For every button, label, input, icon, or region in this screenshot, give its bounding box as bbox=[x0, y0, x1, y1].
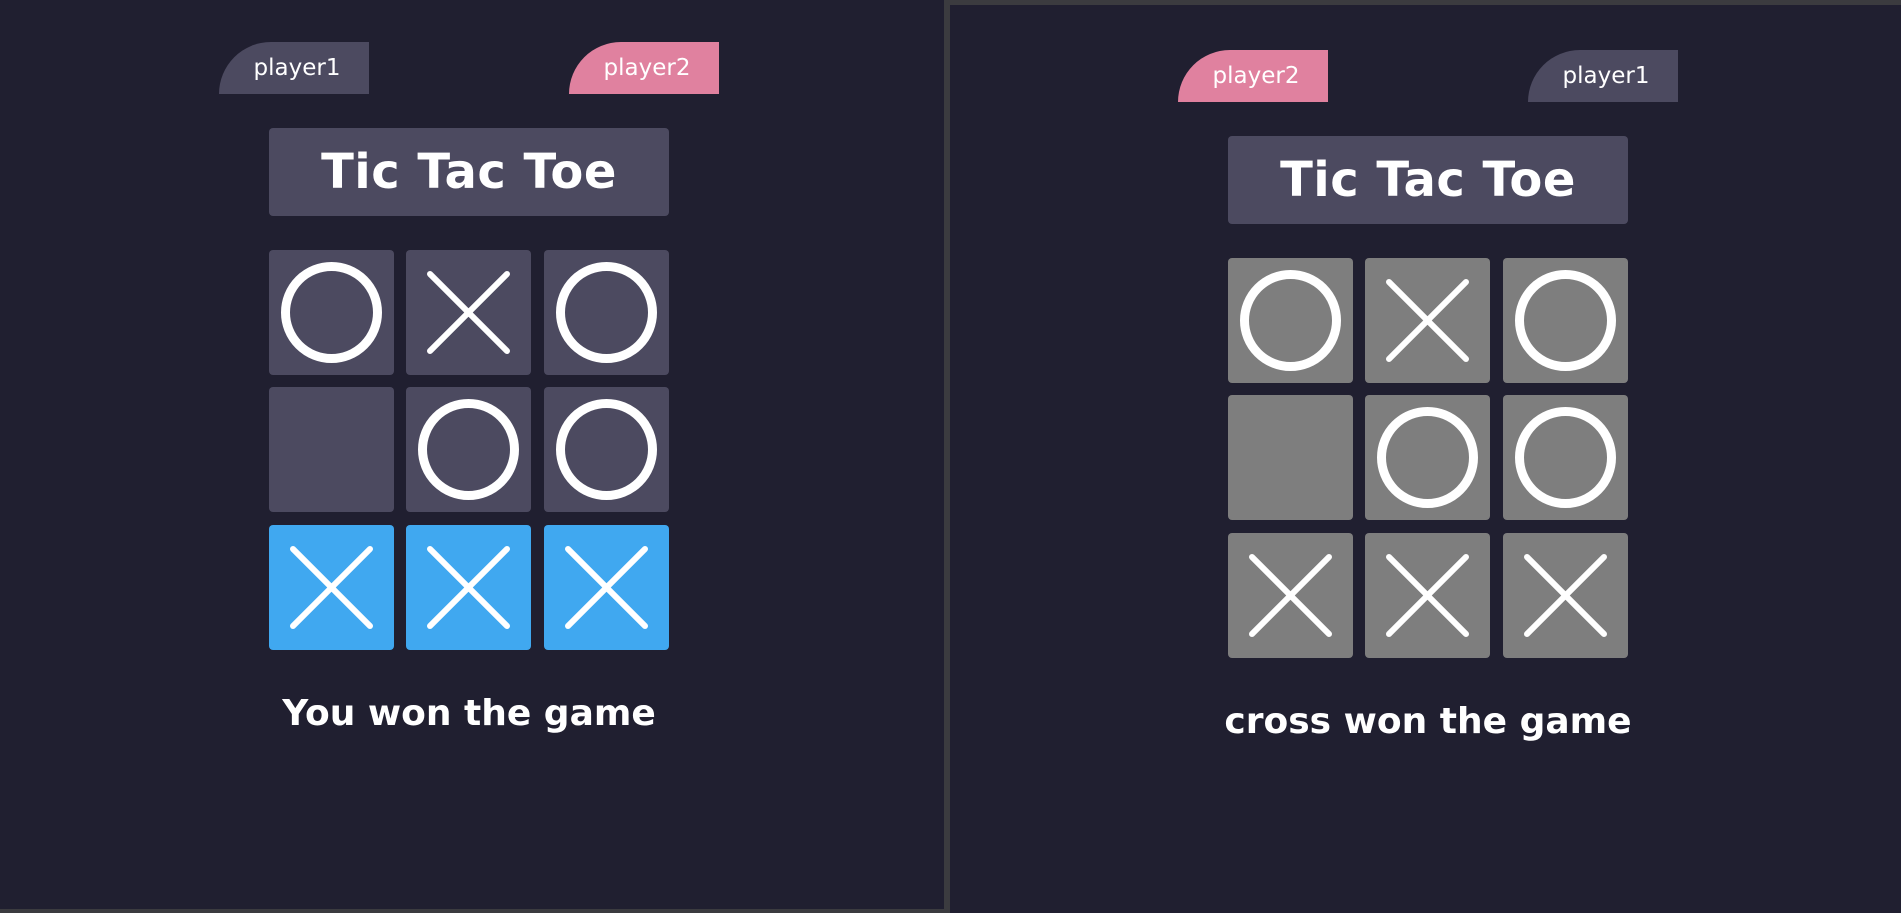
board-cell-6 bbox=[1503, 395, 1628, 520]
board-cell-2 bbox=[1365, 258, 1490, 383]
circle-icon bbox=[281, 262, 382, 363]
circle-icon bbox=[556, 262, 657, 363]
cross-icon bbox=[1249, 554, 1332, 637]
circle-icon bbox=[556, 399, 657, 500]
board-cell-9[interactable] bbox=[544, 525, 669, 650]
board-cell-3 bbox=[1503, 258, 1628, 383]
board-cell-9 bbox=[1503, 533, 1628, 658]
cross-icon bbox=[427, 546, 510, 629]
board-cell-2[interactable] bbox=[406, 250, 531, 375]
board-cell-1 bbox=[1228, 258, 1353, 383]
player2-tag-active: player2 bbox=[569, 42, 719, 94]
cross-icon bbox=[565, 546, 648, 629]
cross-icon bbox=[427, 271, 510, 354]
player1-tag: player1 bbox=[1528, 50, 1678, 102]
circle-icon bbox=[1377, 407, 1478, 508]
cross-icon bbox=[290, 546, 373, 629]
board-cell-8 bbox=[1365, 533, 1490, 658]
game-board bbox=[269, 250, 669, 650]
cross-icon bbox=[1524, 554, 1607, 637]
board-cell-5[interactable] bbox=[406, 387, 531, 512]
game-title: Tic Tac Toe bbox=[1228, 136, 1628, 224]
game-view-player1: player1 player2 Tic Tac Toe You won the … bbox=[0, 0, 944, 909]
player1-tag: player1 bbox=[219, 42, 369, 94]
board-cell-1[interactable] bbox=[269, 250, 394, 375]
game-result-message: cross won the game bbox=[1224, 701, 1632, 742]
board-cell-8[interactable] bbox=[406, 525, 531, 650]
player2-tag-active: player2 bbox=[1178, 50, 1328, 102]
game-result-message: You won the game bbox=[282, 693, 656, 734]
game-title: Tic Tac Toe bbox=[269, 128, 669, 216]
game-view-player2: player2 player1 Tic Tac Toe cross won th… bbox=[950, 5, 1901, 913]
board-cell-5 bbox=[1365, 395, 1490, 520]
cross-icon bbox=[1386, 554, 1469, 637]
circle-icon bbox=[1515, 407, 1616, 508]
circle-icon bbox=[1240, 270, 1341, 371]
game-board bbox=[1228, 258, 1628, 658]
board-cell-4 bbox=[1228, 395, 1353, 520]
board-cell-4[interactable] bbox=[269, 387, 394, 512]
circle-icon bbox=[1515, 270, 1616, 371]
board-cell-7[interactable] bbox=[269, 525, 394, 650]
board-cell-7 bbox=[1228, 533, 1353, 658]
circle-icon bbox=[418, 399, 519, 500]
board-cell-3[interactable] bbox=[544, 250, 669, 375]
board-cell-6[interactable] bbox=[544, 387, 669, 512]
cross-icon bbox=[1386, 279, 1469, 362]
